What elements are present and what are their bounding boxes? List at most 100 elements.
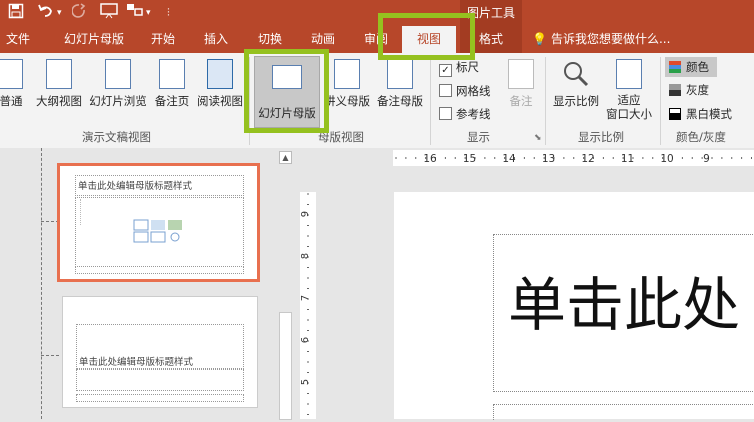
tab-home[interactable]: 开始 bbox=[151, 26, 175, 53]
tell-me-box[interactable]: 💡 告诉我您想要做什么... bbox=[532, 26, 670, 53]
notes-label: 备注 bbox=[509, 94, 533, 108]
ruler-label: 9 bbox=[703, 153, 710, 165]
notes-icon bbox=[508, 59, 534, 89]
thumb-footer bbox=[76, 394, 244, 402]
checkbox-icon bbox=[439, 107, 452, 120]
group-divider bbox=[660, 57, 661, 145]
slide-title-text[interactable]: 单击此处 bbox=[508, 270, 740, 340]
customize-qat-icon[interactable]: ⫶ bbox=[167, 3, 170, 23]
handout-master-button[interactable]: 讲义母版 bbox=[322, 59, 372, 121]
connector-line bbox=[41, 221, 59, 222]
tab-slide-master[interactable]: 幻灯片母版 bbox=[64, 26, 124, 53]
fit-window-label-1: 适应 bbox=[617, 93, 641, 107]
zoom-button[interactable]: 显示比例 bbox=[550, 59, 602, 121]
notes-button[interactable]: 备注 bbox=[503, 59, 539, 121]
dialog-launcher-icon[interactable]: ⬊ bbox=[534, 133, 542, 143]
ribbon: 普通 大纲视图 幻灯片浏览 备注页 阅读视图 演示文稿视图 幻灯片母版 讲义母版… bbox=[0, 53, 754, 149]
undo-dropdown-icon[interactable]: ▾ bbox=[57, 3, 62, 23]
scroll-thumb[interactable] bbox=[279, 312, 292, 420]
view-tab-highlight bbox=[378, 13, 475, 60]
ruler-ticks: 16 15 14 13 12 11 10 9 bbox=[395, 153, 752, 165]
thumb-subtitle-box bbox=[76, 369, 244, 391]
guides-checkbox[interactable]: 参考线 bbox=[439, 106, 491, 122]
ruler-label: 14 bbox=[502, 153, 516, 165]
ruler-label: 标尺 bbox=[456, 60, 479, 74]
outline-view-icon bbox=[46, 59, 72, 89]
content-placeholder-icons bbox=[133, 218, 187, 244]
group-divider bbox=[545, 57, 546, 145]
thumb-footer bbox=[75, 266, 244, 274]
thumb-title-text: 单击此处编辑母版标题样式 bbox=[78, 181, 193, 192]
tab-insert[interactable]: 插入 bbox=[204, 26, 228, 53]
save-icon[interactable] bbox=[8, 3, 24, 24]
thumb-title-text: 单击此处编辑母版标题样式 bbox=[79, 357, 194, 368]
black-white-swatch-icon bbox=[669, 108, 681, 120]
ruler-ticks: 9 8 7 6 5 bbox=[300, 193, 311, 415]
ruler-label: 11 bbox=[621, 153, 634, 165]
vertical-ruler: 9 8 7 6 5 bbox=[300, 192, 316, 419]
group-label-color-grayscale: 颜色/灰度 bbox=[676, 130, 726, 144]
connector-line bbox=[41, 355, 59, 356]
outline-view-button[interactable]: 大纲视图 bbox=[34, 59, 84, 121]
ruler-label: 10 bbox=[660, 153, 673, 165]
subtitle-placeholder[interactable] bbox=[493, 404, 754, 420]
color-label: 颜色 bbox=[686, 60, 709, 74]
reading-view-label: 阅读视图 bbox=[197, 94, 243, 108]
ribbon-tabs: 文件 幻灯片母版 开始 插入 切换 动画 审阅 格式 视图 💡 告诉我您想要做什么… bbox=[0, 26, 754, 53]
ruler-label: 13 bbox=[542, 153, 555, 165]
notes-master-button[interactable]: 备注母版 bbox=[375, 59, 425, 121]
magnifier-icon bbox=[561, 59, 591, 89]
black-white-label: 黑白模式 bbox=[686, 107, 732, 121]
slide-thumbnail-2[interactable]: 单击此处编辑母版标题样式 bbox=[62, 296, 258, 408]
reading-view-icon bbox=[207, 59, 233, 89]
tell-me-text: 告诉我您想要做什么... bbox=[550, 32, 671, 46]
ruler-checkbox[interactable]: ✓ 标尺 bbox=[439, 59, 479, 77]
redo-icon[interactable] bbox=[71, 3, 86, 24]
ruler-label: 12 bbox=[581, 153, 594, 165]
slide-thumbnail-1[interactable]: 单击此处编辑母版标题样式 bbox=[57, 163, 260, 282]
slide-sorter-button[interactable]: 幻灯片浏览 bbox=[88, 59, 148, 121]
connector-line bbox=[41, 148, 42, 419]
grayscale-swatch-icon bbox=[669, 84, 681, 96]
scroll-up-arrow-icon[interactable]: ▲ bbox=[279, 151, 292, 164]
notes-master-icon bbox=[387, 59, 413, 89]
zoom-label: 显示比例 bbox=[553, 94, 599, 108]
color-option[interactable]: 颜色 bbox=[665, 57, 717, 77]
normal-view-button[interactable]: 普通 bbox=[0, 59, 28, 121]
fit-window-label-2: 窗口大小 bbox=[606, 107, 652, 121]
normal-view-icon bbox=[0, 59, 23, 89]
tab-file[interactable]: 文件 bbox=[6, 26, 30, 53]
undo-icon[interactable] bbox=[37, 3, 55, 24]
notes-master-label: 备注母版 bbox=[377, 94, 423, 108]
lightbulb-icon: 💡 bbox=[532, 32, 547, 46]
notes-page-button[interactable]: 备注页 bbox=[152, 59, 192, 121]
ruler-label: 5 bbox=[300, 379, 311, 385]
slide-sorter-label: 幻灯片浏览 bbox=[89, 94, 147, 108]
ruler-label: 15 bbox=[463, 153, 476, 165]
handout-master-label: 讲义母版 bbox=[324, 94, 370, 108]
ruler-label: 6 bbox=[300, 337, 311, 343]
notes-page-icon bbox=[159, 59, 185, 89]
grayscale-label: 灰度 bbox=[686, 83, 709, 97]
ruler-label: 8 bbox=[300, 253, 311, 259]
layout-dropdown-icon[interactable]: ▾ bbox=[146, 3, 151, 23]
thumb-bullets bbox=[80, 199, 121, 225]
checkmark-icon: ✓ bbox=[439, 64, 452, 77]
grayscale-option[interactable]: 灰度 bbox=[669, 82, 709, 98]
group-divider bbox=[430, 57, 431, 145]
ruler-label: 9 bbox=[300, 211, 311, 217]
title-bar: ▾ ▾ ⫶ 图片工具 bbox=[0, 0, 754, 26]
layout-icon[interactable] bbox=[126, 3, 144, 24]
color-swatch-icon bbox=[669, 61, 681, 73]
fit-to-window-button[interactable]: 适应 窗口大小 bbox=[603, 59, 655, 121]
gridlines-checkbox[interactable]: 网格线 bbox=[439, 83, 491, 99]
ruler-label: 16 bbox=[423, 153, 437, 165]
notes-page-label: 备注页 bbox=[154, 94, 190, 108]
thumbnail-scrollbar[interactable]: ▲ bbox=[277, 150, 292, 420]
gridlines-label: 网格线 bbox=[456, 84, 491, 98]
slide-sorter-icon bbox=[105, 59, 131, 89]
ruler-label: 7 bbox=[300, 295, 311, 301]
black-white-option[interactable]: 黑白模式 bbox=[669, 106, 732, 122]
present-from-start-icon[interactable] bbox=[100, 3, 118, 24]
reading-view-button[interactable]: 阅读视图 bbox=[195, 59, 245, 121]
